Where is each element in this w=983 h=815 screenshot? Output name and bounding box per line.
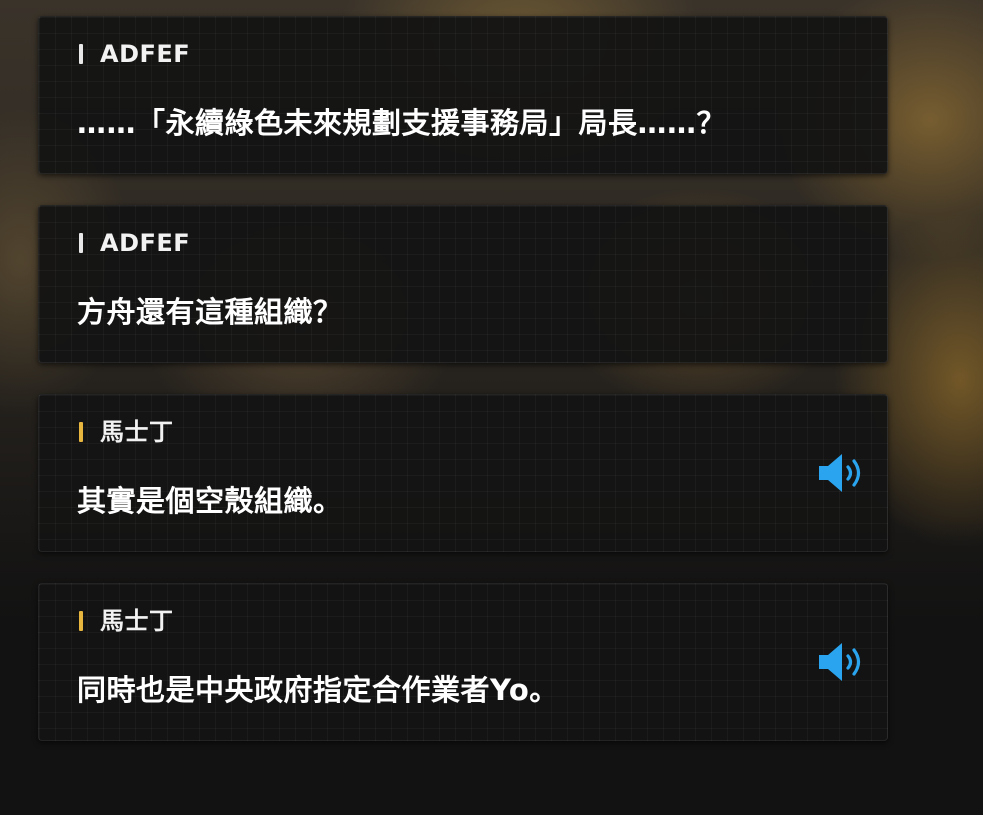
speaker-label: 馬士丁 xyxy=(79,417,174,447)
speaker-name: 馬士丁 xyxy=(100,418,174,446)
speaker-volume-icon[interactable] xyxy=(817,451,869,495)
dialogue-entry: ADFEF ……「永續綠色未來規劃支援事務局」局長……？ xyxy=(38,16,888,174)
speaker-marker xyxy=(79,422,83,442)
dialogue-text: 其實是個空殼組織。 xyxy=(77,484,343,518)
speaker-label: ADFEF xyxy=(79,39,190,69)
dialogue-entry: ADFEF 方舟還有這種組織？ xyxy=(38,205,888,363)
speaker-name: ADFEF xyxy=(100,229,191,257)
speaker-marker xyxy=(79,611,83,631)
speaker-label: ADFEF xyxy=(79,228,190,258)
speaker-volume-icon[interactable] xyxy=(817,640,869,684)
dialogue-entry: 馬士丁 同時也是中央政府指定合作業者Yo。 xyxy=(38,583,888,741)
speaker-marker xyxy=(79,233,83,253)
speaker-name: 馬士丁 xyxy=(100,607,174,635)
play-voice-button[interactable] xyxy=(817,640,869,684)
dialogue-text: 同時也是中央政府指定合作業者Yo。 xyxy=(77,673,559,707)
speaker-label: 馬士丁 xyxy=(79,606,174,636)
dialogue-text: ……「永續綠色未來規劃支援事務局」局長……？ xyxy=(77,106,727,140)
speaker-marker xyxy=(79,44,83,64)
dialogue-entry: 馬士丁 其實是個空殼組織。 xyxy=(38,394,888,552)
dialogue-text: 方舟還有這種組織？ xyxy=(77,295,343,329)
speaker-name: ADFEF xyxy=(100,40,191,68)
play-voice-button[interactable] xyxy=(817,451,869,495)
